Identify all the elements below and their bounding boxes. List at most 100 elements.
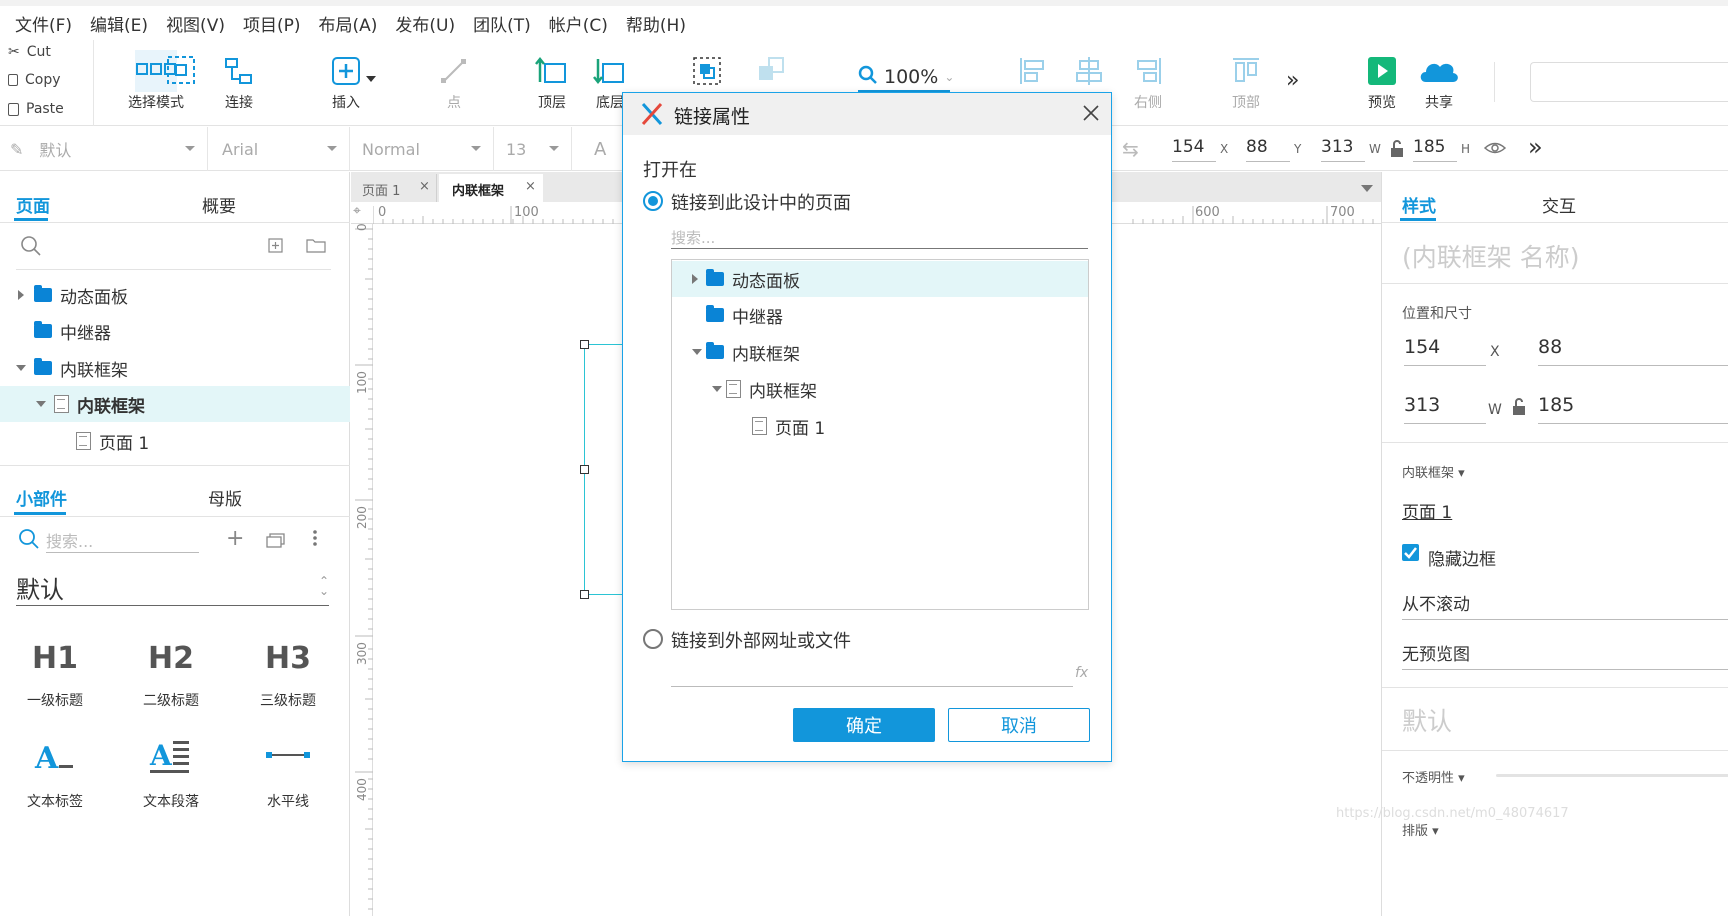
add-library-icon[interactable]: +: [226, 526, 244, 551]
widget-h3[interactable]: H3 三级标题: [233, 634, 343, 710]
tab-style[interactable]: 样式: [1402, 192, 1436, 217]
lock-icon[interactable]: [1390, 140, 1404, 162]
y-input[interactable]: 88: [1538, 336, 1728, 366]
font-color-button[interactable]: A: [572, 127, 622, 171]
style-dropdown[interactable]: ✎ 默认: [0, 127, 208, 171]
width-input[interactable]: 313: [1321, 137, 1365, 162]
fx-icon[interactable]: fx: [1075, 665, 1088, 681]
dialog-tree-item-dynamic-panel[interactable]: 动态面板: [672, 261, 1088, 297]
dialog-tree-item-page-1[interactable]: 页面 1: [672, 408, 1088, 444]
frame-target-link[interactable]: 页面 1: [1402, 498, 1452, 523]
insert-dropdown-icon[interactable]: [366, 76, 376, 82]
page-search-input[interactable]: 搜索...: [671, 227, 1088, 249]
y-input[interactable]: 88: [1246, 137, 1290, 162]
tree-item-dynamic-panel[interactable]: 动态面板: [0, 277, 350, 313]
search-icon[interactable]: [20, 235, 42, 261]
widget-name-input[interactable]: (内联框架 名称): [1402, 238, 1579, 274]
inline-frame-widget[interactable]: [584, 344, 624, 595]
more-chevron-icon[interactable]: »: [1286, 68, 1299, 93]
eye-icon[interactable]: [1483, 139, 1507, 161]
link-to-url-radio[interactable]: [643, 629, 663, 649]
menu-team[interactable]: 团队(T): [473, 11, 531, 36]
resize-handle[interactable]: [580, 340, 589, 349]
scroll-select[interactable]: 从不滚动: [1402, 590, 1728, 620]
widget-search-input[interactable]: 搜索...: [46, 528, 199, 553]
collapse-arrow-icon[interactable]: [36, 401, 52, 407]
menu-layout[interactable]: 布局(A): [319, 11, 378, 36]
width-input[interactable]: 313: [1404, 394, 1486, 424]
connect-button[interactable]: 连接: [199, 50, 279, 112]
url-input[interactable]: [671, 665, 1073, 687]
align-right-button[interactable]: 右侧: [1108, 50, 1188, 112]
share-button[interactable]: 共享: [1399, 50, 1479, 112]
inline-frame-section-heading[interactable]: 内联框架 ▾: [1402, 462, 1465, 481]
close-icon[interactable]: ×: [419, 179, 430, 194]
expand-arrow-icon[interactable]: [692, 274, 706, 284]
point-button[interactable]: 点: [414, 50, 494, 112]
more-chevron-icon[interactable]: »: [1528, 133, 1543, 161]
resize-handle[interactable]: [580, 465, 589, 474]
tab-list-chevron-icon[interactable]: [1361, 185, 1373, 192]
select-contained-icon[interactable]: [166, 55, 196, 89]
more-vertical-icon[interactable]: [313, 529, 317, 551]
copy-button[interactable]: Copy: [8, 72, 61, 88]
tab-interactions[interactable]: 交互: [1542, 192, 1576, 217]
widget-paragraph[interactable]: A 文本段落: [116, 735, 226, 811]
zoom-control[interactable]: 100% ⌄: [858, 64, 954, 92]
menu-edit[interactable]: 编辑(E): [90, 11, 148, 36]
opacity-slider[interactable]: [1496, 774, 1728, 777]
widget-h2[interactable]: H2 二级标题: [116, 634, 226, 710]
menu-account[interactable]: 帐户(C): [549, 11, 608, 36]
resize-handle[interactable]: [580, 590, 589, 599]
widget-h1[interactable]: H1 一级标题: [0, 634, 110, 710]
tab-pages[interactable]: 页面: [16, 192, 50, 217]
menu-project[interactable]: 项目(P): [243, 11, 301, 36]
collapse-arrow-icon[interactable]: [16, 365, 32, 371]
close-icon[interactable]: [1081, 103, 1101, 127]
preview-select[interactable]: 无预览图: [1402, 640, 1728, 670]
menu-view[interactable]: 视图(V): [166, 11, 225, 36]
tab-inline-frame[interactable]: 内联框架 ×: [439, 174, 543, 202]
tree-item-repeater[interactable]: 中继器: [0, 313, 350, 349]
ungroup-icon[interactable]: [757, 56, 787, 90]
style-select[interactable]: 默认: [1402, 702, 1452, 738]
menu-file[interactable]: 文件(F): [15, 11, 72, 36]
swap-arrows-icon[interactable]: ⇆: [1122, 137, 1139, 161]
arrange-label[interactable]: 排版 ▾: [1402, 820, 1439, 839]
tree-item-page-1[interactable]: 页面 1: [0, 423, 350, 459]
font-dropdown[interactable]: Arial: [208, 127, 350, 171]
add-page-icon[interactable]: [268, 238, 283, 257]
cut-button[interactable]: ✂ Cut: [8, 44, 51, 60]
cancel-button[interactable]: 取消: [948, 708, 1090, 742]
x-input[interactable]: 154: [1404, 336, 1486, 366]
library-menu-icon[interactable]: [266, 532, 286, 552]
dialog-tree-item-inline-frame-folder[interactable]: 内联框架: [672, 334, 1088, 370]
tab-page-1[interactable]: 页面 1 ×: [351, 174, 437, 202]
ok-button[interactable]: 确定: [793, 708, 935, 742]
height-input[interactable]: 185: [1413, 137, 1457, 162]
collapse-arrow-icon[interactable]: [692, 349, 706, 355]
align-center-icon[interactable]: [1074, 56, 1104, 90]
font-weight-dropdown[interactable]: Normal: [350, 127, 494, 171]
tree-item-inline-frame-page[interactable]: 内联框架: [0, 386, 350, 422]
collapse-arrow-icon[interactable]: [712, 386, 726, 392]
account-field[interactable]: [1530, 62, 1728, 102]
lock-icon[interactable]: [1512, 398, 1526, 420]
tree-item-inline-frame-folder[interactable]: 内联框架: [0, 350, 350, 386]
x-input[interactable]: 154: [1172, 137, 1216, 162]
align-left-icon[interactable]: [1018, 56, 1048, 90]
tab-widgets[interactable]: 小部件: [16, 485, 67, 510]
menu-publish[interactable]: 发布(U): [395, 11, 455, 36]
dialog-tree-item-inline-frame-page[interactable]: 内联框架: [672, 371, 1088, 407]
tab-outline[interactable]: 概要: [202, 192, 236, 217]
align-top-button[interactable]: 顶部: [1206, 50, 1286, 112]
library-select[interactable]: 默认 ⌃ ⌄: [16, 570, 329, 606]
font-size-dropdown[interactable]: 13: [494, 127, 572, 171]
add-folder-icon[interactable]: [306, 238, 326, 257]
height-input[interactable]: 185: [1538, 394, 1728, 424]
tab-masters[interactable]: 母版: [208, 485, 242, 510]
menu-help[interactable]: 帮助(H): [626, 11, 686, 36]
widget-horizontal-line[interactable]: 水平线: [233, 735, 343, 811]
close-icon[interactable]: ×: [525, 179, 536, 194]
link-to-page-radio[interactable]: [643, 191, 663, 211]
